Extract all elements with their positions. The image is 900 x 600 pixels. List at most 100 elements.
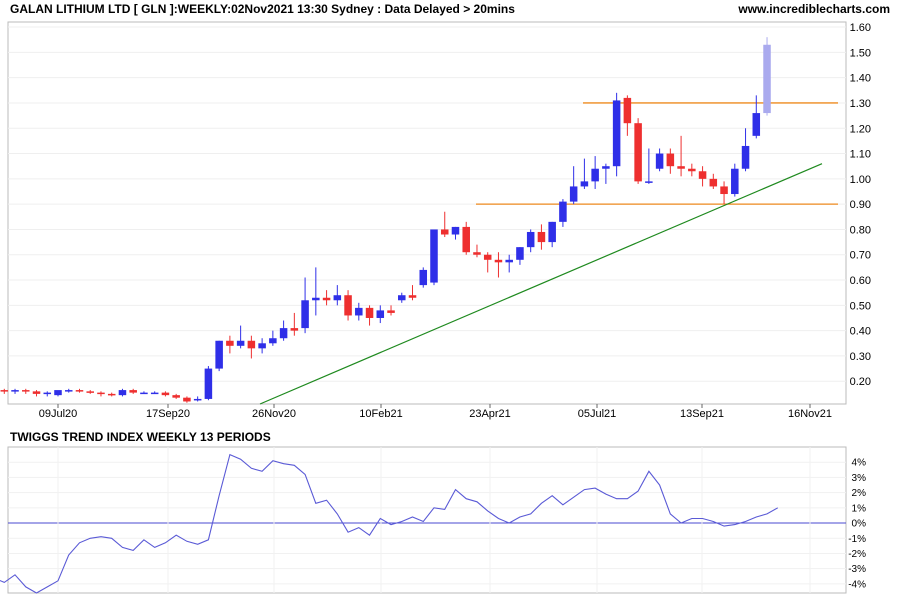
candle-body bbox=[537, 231, 546, 243]
candle-body bbox=[11, 390, 19, 392]
candle-body bbox=[0, 390, 9, 392]
candle-body bbox=[172, 395, 180, 398]
candle-body bbox=[301, 300, 309, 329]
candle-body bbox=[408, 295, 417, 298]
candle-body bbox=[183, 397, 191, 402]
x-tick-label: 13Sep21 bbox=[680, 408, 724, 420]
candle-body bbox=[709, 178, 718, 187]
candle-body bbox=[387, 310, 395, 313]
price-tick-label: 1.50 bbox=[850, 47, 871, 59]
price-tick-label: 1.40 bbox=[850, 73, 871, 85]
candle-body bbox=[290, 328, 299, 331]
candle-body bbox=[752, 113, 761, 136]
price-tick-label: 0.60 bbox=[850, 275, 871, 287]
candle-body bbox=[118, 390, 127, 396]
candle-body bbox=[64, 390, 73, 392]
x-tick-label: 10Feb21 bbox=[359, 408, 402, 420]
candle-body bbox=[688, 168, 696, 172]
candle-body bbox=[161, 392, 170, 396]
candle-body bbox=[580, 181, 589, 187]
indicator-tick-label: 4% bbox=[852, 458, 867, 469]
candle-body bbox=[591, 168, 599, 182]
candle-body bbox=[86, 391, 94, 393]
candle-body bbox=[645, 181, 653, 183]
candle-body bbox=[623, 97, 632, 124]
indicator-tick-label: -3% bbox=[848, 564, 866, 575]
indicator-y-axis: 4% 3% 2% 1% 0% -1% -2% -3% -4% bbox=[848, 458, 866, 591]
x-tick-label: 17Sep20 bbox=[146, 408, 190, 420]
candle-body bbox=[720, 186, 728, 195]
candle-body bbox=[322, 297, 331, 301]
candle-body bbox=[344, 295, 352, 316]
indicator-tick-label: -2% bbox=[848, 549, 866, 560]
price-tick-label: 1.30 bbox=[850, 98, 871, 110]
price-tick-label: 1.10 bbox=[850, 149, 871, 161]
candle-body bbox=[269, 338, 277, 344]
price-tick-label: 1.20 bbox=[850, 123, 871, 135]
candle-body bbox=[569, 186, 578, 202]
candle-body bbox=[741, 145, 750, 169]
price-tick-label: 0.20 bbox=[850, 376, 871, 388]
candle-body bbox=[440, 229, 449, 235]
indicator-tick-label: 0% bbox=[852, 519, 867, 530]
indicator-tick-label: -4% bbox=[848, 579, 866, 590]
candle-body bbox=[505, 259, 513, 263]
candle-body bbox=[666, 153, 675, 167]
x-tick-label: 05Jul21 bbox=[578, 408, 617, 420]
candle-body bbox=[473, 252, 481, 255]
candle-body bbox=[526, 231, 535, 248]
candle-body bbox=[204, 368, 213, 399]
x-tick-label: 23Apr21 bbox=[469, 408, 511, 420]
candle-body bbox=[312, 297, 320, 301]
candle-body bbox=[54, 390, 62, 396]
candle-body bbox=[612, 100, 621, 167]
candle-body bbox=[430, 229, 438, 283]
candle-body bbox=[247, 340, 256, 349]
candle-body bbox=[483, 254, 492, 260]
candle-body bbox=[559, 201, 567, 222]
candle-body bbox=[215, 340, 223, 369]
price-tick-label: 0.30 bbox=[850, 351, 871, 363]
candle-body bbox=[698, 171, 707, 179]
indicator-tick-label: 1% bbox=[852, 503, 867, 514]
price-panel bbox=[7, 21, 847, 405]
candle-body bbox=[763, 44, 771, 114]
candle-body bbox=[193, 398, 202, 401]
x-tick-label: 16Nov21 bbox=[788, 408, 832, 420]
candle-body bbox=[107, 393, 116, 396]
price-y-axis: 0.20 0.30 0.40 0.50 0.60 0.70 0.80 0.90 1.00 1.10… bbox=[850, 22, 871, 388]
candle-body bbox=[365, 307, 374, 318]
x-tick-label: 26Nov20 bbox=[252, 408, 296, 420]
candle-body bbox=[634, 123, 642, 182]
candle-body bbox=[494, 259, 503, 263]
candle-body bbox=[731, 168, 739, 195]
candle-body bbox=[355, 307, 363, 316]
stock-chart: GALAN LITHIUM LTD [ GLN ]:WEEKLY:02Nov20… bbox=[0, 0, 900, 600]
candle-body bbox=[75, 390, 84, 392]
candle-body bbox=[516, 247, 524, 260]
price-tick-label: 0.70 bbox=[850, 250, 871, 262]
indicator-tick-label: -1% bbox=[848, 534, 866, 545]
price-tick-label: 0.90 bbox=[850, 199, 871, 211]
candle-body bbox=[419, 269, 428, 286]
candle-body bbox=[398, 295, 406, 301]
price-tick-label: 0.80 bbox=[850, 224, 871, 236]
indicator-tick-label: 2% bbox=[852, 488, 867, 499]
price-tick-label: 1.00 bbox=[850, 174, 871, 186]
candle-body bbox=[279, 328, 288, 339]
candle-body bbox=[236, 340, 245, 346]
candle-body bbox=[655, 153, 664, 169]
candle-body bbox=[602, 166, 610, 169]
candle-body bbox=[22, 390, 30, 392]
chart-title: GALAN LITHIUM LTD [ GLN ]:WEEKLY:02Nov20… bbox=[10, 2, 515, 16]
site-link[interactable]: www.incrediblecharts.com bbox=[737, 2, 890, 16]
candle-body bbox=[677, 166, 685, 169]
indicator-panel bbox=[7, 446, 847, 594]
candle-body bbox=[43, 392, 52, 395]
candle-body bbox=[32, 391, 41, 394]
candle-body bbox=[258, 343, 266, 349]
indicator-tick-label: 3% bbox=[852, 473, 867, 484]
candle-body bbox=[140, 392, 148, 395]
candle-body bbox=[451, 226, 460, 235]
candle-body bbox=[129, 390, 137, 393]
